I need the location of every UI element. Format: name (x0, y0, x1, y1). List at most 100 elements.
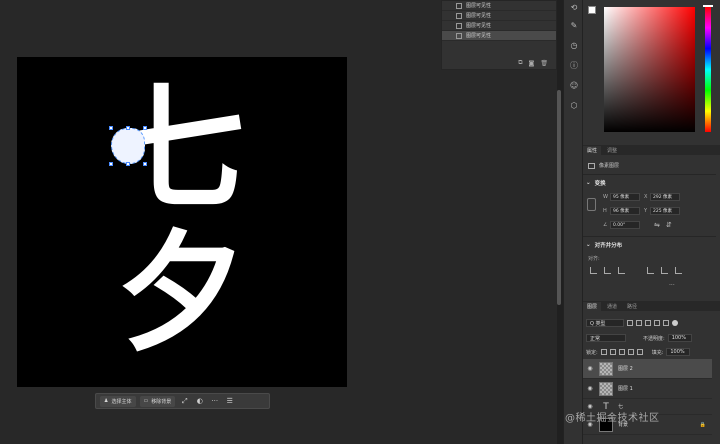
layer-kind-label: 像素图层 (599, 163, 620, 169)
scrollbar-thumb[interactable] (557, 90, 561, 305)
color-picker-field[interactable] (604, 7, 695, 132)
new-document-from-state-icon[interactable]: ⧉ (518, 59, 522, 67)
align-left-icon[interactable] (590, 267, 597, 274)
hue-slider[interactable] (705, 7, 711, 132)
history-item-label: 图层可见性 (466, 13, 492, 19)
history-icon[interactable]: ⟲ (569, 2, 579, 12)
history-step-icon (456, 12, 462, 19)
eye-icon[interactable]: ◉ (586, 365, 594, 372)
lock-artboard-icon[interactable] (627, 349, 634, 355)
foreground-color-swatch[interactable] (588, 6, 596, 14)
history-item[interactable]: 图层可见性 (442, 31, 556, 41)
watermark-text: @稀土掘金技术社区 (565, 413, 660, 424)
opacity-field[interactable]: 100% (667, 334, 692, 342)
y-position-field[interactable]: 225 像素 (650, 207, 680, 215)
align-buttons-row (590, 267, 682, 274)
align-section-header[interactable]: ⌄ 对齐并分布 (586, 241, 622, 249)
layer-kind-row: 像素图层 (588, 162, 619, 169)
eye-icon[interactable]: ◉ (586, 385, 594, 392)
layer-row[interactable]: ◉ 图层 2 (583, 359, 712, 379)
person-icon: ♟ (104, 398, 109, 404)
trash-icon[interactable]: 🗑 (540, 60, 548, 67)
image-icon: ▭ (143, 398, 149, 404)
brush-icon[interactable]: ✎ (569, 20, 579, 30)
cube-icon[interactable]: ⬡ (569, 100, 579, 110)
transform-handle[interactable] (109, 126, 113, 130)
person-icon[interactable]: ☺ (569, 80, 579, 90)
divider (583, 174, 716, 175)
align-top-icon[interactable] (647, 267, 654, 274)
history-item[interactable]: 图层可见性 (442, 1, 556, 11)
filter-shape-icon[interactable] (654, 320, 660, 326)
filter-toggle-icon[interactable] (672, 320, 678, 326)
layer-thumbnail (599, 381, 613, 396)
info-icon[interactable]: ⓘ (569, 60, 579, 70)
selected-layer-shape[interactable] (109, 126, 147, 166)
x-position-field[interactable]: 292 像素 (650, 193, 680, 201)
align-right-icon[interactable] (618, 267, 625, 274)
history-step-icon (456, 22, 462, 29)
blend-opacity-row: 正常 不透明度: 100% (586, 334, 692, 342)
layer-row[interactable]: ◉ 图层 1 (583, 379, 712, 399)
lock-icon: 🔒 (699, 421, 706, 428)
transform-section-header[interactable]: ⌄ 变换 (586, 179, 606, 187)
history-item-label: 图层可见性 (466, 33, 492, 39)
tab-layers[interactable]: 图层 (583, 302, 602, 311)
tab-adjustments[interactable]: 调整 (603, 146, 621, 155)
clock-icon[interactable]: ◷ (569, 40, 579, 50)
pixel-layer-icon (588, 162, 595, 169)
history-item[interactable]: 图层可见性 (442, 21, 556, 31)
filter-pixel-icon[interactable] (627, 320, 633, 326)
contextual-task-bar: ♟ 选择主体 ▭ 移除背景 ⤢ ◐ ··· ☰ (95, 393, 270, 409)
lock-position-icon[interactable] (618, 349, 625, 355)
filter-smart-object-icon[interactable] (663, 320, 669, 326)
lock-pixels-icon[interactable] (609, 349, 616, 355)
transform-handle[interactable] (126, 126, 130, 130)
properties-tabs: 属性 调整 (583, 145, 720, 155)
angle-field[interactable]: 0.00° (610, 221, 640, 229)
transform-handle[interactable] (143, 126, 147, 130)
flip-horizontal-icon[interactable]: ⇋ (654, 221, 660, 229)
layer-filter-select[interactable]: Q 类型 (586, 319, 624, 327)
align-bottom-icon[interactable] (675, 267, 682, 274)
transform-icon[interactable]: ⤢ (179, 396, 190, 407)
fill-field[interactable]: 100% (666, 348, 691, 356)
tab-properties[interactable]: 属性 (583, 146, 602, 155)
x-label: X (644, 194, 648, 200)
layers-tabs: 图层 通道 路径 (583, 301, 720, 311)
transform-handle[interactable] (126, 162, 130, 166)
settings-sliders-icon[interactable]: ☰ (224, 396, 235, 407)
tab-paths[interactable]: 路径 (623, 302, 641, 311)
transform-handle[interactable] (109, 162, 113, 166)
select-subject-button[interactable]: ♟ 选择主体 (100, 395, 136, 407)
transform-handle[interactable] (143, 162, 147, 166)
history-item-label: 图层可见性 (466, 3, 492, 9)
chevron-down-icon: ⌄ (586, 180, 591, 186)
history-step-icon (456, 2, 462, 9)
layer-thumbnail (599, 361, 613, 376)
chevron-down-icon: ⌄ (586, 242, 591, 248)
align-middle-v-icon[interactable] (661, 267, 668, 274)
height-field[interactable]: 96 像素 (610, 207, 640, 215)
more-align-options-button[interactable]: ··· (669, 282, 675, 289)
camera-icon[interactable]: ◙ (529, 60, 535, 67)
history-item[interactable]: 图层可见性 (442, 11, 556, 21)
angle-icon: ∠ (603, 222, 608, 228)
filter-type-icon[interactable] (645, 320, 651, 326)
align-to-label: 对齐: (588, 256, 600, 262)
y-label: Y (644, 208, 648, 214)
adjustment-icon[interactable]: ◐ (194, 396, 205, 407)
hue-slider-marker[interactable] (703, 5, 713, 7)
align-center-h-icon[interactable] (604, 267, 611, 274)
tab-channels[interactable]: 通道 (603, 302, 621, 311)
filter-adjustment-icon[interactable] (636, 320, 642, 326)
flip-vertical-icon[interactable]: ⇵ (666, 221, 672, 229)
lock-fill-row: 锁定: 填充: 100% (586, 348, 691, 356)
width-field[interactable]: 95 像素 (610, 193, 640, 201)
remove-background-button[interactable]: ▭ 移除背景 (139, 395, 176, 407)
lock-transparent-icon[interactable] (600, 349, 607, 355)
lock-all-icon[interactable] (636, 349, 643, 355)
link-dimensions-icon[interactable] (587, 198, 596, 211)
more-options-button[interactable]: ··· (209, 396, 220, 407)
blend-mode-select[interactable]: 正常 (586, 334, 626, 342)
